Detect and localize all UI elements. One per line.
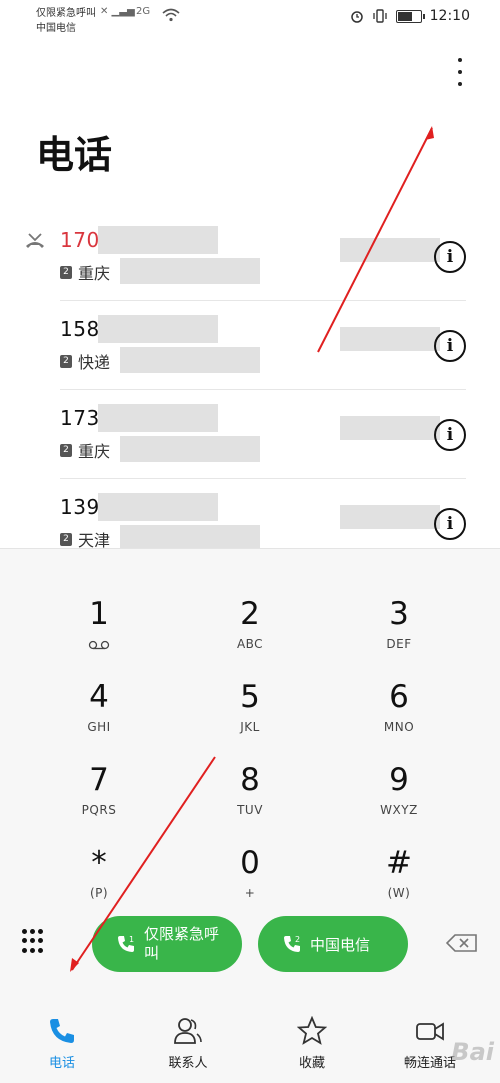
carrier-status-1: 仅限紧急呼叫 [36, 8, 96, 19]
nav-favorites-label: 收藏 [298, 1056, 325, 1071]
dialpad-key-11[interactable]: 0 + [175, 812, 325, 900]
redaction-blur [340, 327, 440, 351]
dialpad-key-letters: (P) [89, 886, 109, 900]
sim1-label: 1 [129, 935, 134, 944]
dialpad-key-digit: 7 [89, 762, 109, 798]
phone-sim2-icon: 2 [284, 935, 300, 952]
backspace-icon[interactable] [446, 933, 478, 953]
call-log-number: 170 [60, 228, 100, 252]
carrier-status-2: 中国电信 [36, 23, 76, 34]
redaction-blur [98, 404, 218, 432]
sim2-label: 2 [295, 935, 300, 944]
dialpad-toggle-icon[interactable] [22, 929, 44, 955]
dialpad-key-6[interactable]: 6 MNO [324, 646, 474, 734]
alarm-icon [350, 11, 363, 23]
dialpad-key-8[interactable]: 8 TUV [175, 729, 325, 817]
more-options-icon[interactable] [450, 58, 470, 86]
redaction-blur [98, 226, 218, 254]
call-log-number: 158 [60, 317, 100, 341]
status-right: 12:10 [350, 8, 470, 24]
nav-contacts[interactable]: 联系人 [138, 1016, 238, 1071]
call-log-row[interactable]: 173 2 重庆 i [60, 390, 466, 479]
clock: 12:10 [429, 8, 470, 24]
redaction-blur [340, 416, 440, 440]
dialpad-key-digit: 9 [389, 762, 409, 798]
dialpad-key-digit: 2 [240, 596, 260, 632]
dialpad-key-7[interactable]: 7 PQRS [24, 729, 174, 817]
call-sim2-button[interactable]: 2 中国电信 [258, 916, 408, 972]
call-log-row[interactable]: 170 2 重庆 i [60, 212, 466, 301]
phone-sim1-icon: 1 [118, 935, 134, 952]
sim-badge: 2 [60, 265, 72, 279]
call-log-subtitle: 2 快递 [60, 349, 110, 373]
dialpad-key-digit: 1 [89, 596, 109, 632]
call-sim1-button[interactable]: 1 仅限紧急呼 叫 [92, 916, 242, 972]
call-log-location: 重庆 [78, 442, 111, 461]
wifi-icon [162, 8, 180, 22]
nav-favorites[interactable]: 收藏 [262, 1016, 362, 1071]
dialpad-key-3[interactable]: 3 DEF [324, 563, 474, 651]
contacts-icon [174, 1018, 202, 1044]
nav-phone-label: 电话 [48, 1056, 75, 1071]
dialpad-key-letters: + [244, 886, 256, 900]
redaction-blur [120, 258, 260, 284]
call-log-number: 173 [60, 406, 100, 430]
dialpad-key-1[interactable]: 1 [24, 563, 174, 650]
dialpad-key-digit: 8 [240, 762, 260, 798]
call-log-location: 快递 [78, 353, 111, 372]
video-call-icon [416, 1022, 444, 1041]
dialpad-key-5[interactable]: 5 JKL [175, 646, 325, 734]
call-log-subtitle: 2 重庆 [60, 438, 110, 462]
dialpad-key-digit: 5 [240, 679, 260, 715]
dialpad-key-letters: (W) [387, 886, 411, 900]
sim-badge: 2 [60, 354, 72, 368]
dialpad-key-12[interactable]: # (W) [324, 812, 474, 900]
nav-contacts-label: 联系人 [168, 1056, 208, 1071]
star-icon [297, 1016, 327, 1045]
redaction-blur [340, 505, 440, 529]
dialpad-key-2[interactable]: 2 ABC [175, 563, 325, 651]
phone-icon [50, 1019, 74, 1043]
no-signal-icon: ✕ ▁▃▅ [100, 6, 135, 17]
redaction-blur [120, 347, 260, 373]
page-title: 电话 [36, 133, 113, 177]
sim-badge: 2 [60, 532, 72, 546]
call-log-number: 139 [60, 495, 100, 519]
dialpad-key-digit: 0 [240, 845, 260, 881]
redaction-blur [340, 238, 440, 262]
missed-call-icon [26, 233, 44, 248]
nav-phone[interactable]: 电话 [12, 1016, 112, 1071]
call-details-info-icon[interactable]: i [434, 330, 466, 362]
vibrate-icon [372, 9, 387, 23]
sim-badge: 2 [60, 443, 72, 457]
dialpad-key-9[interactable]: 9 WXYZ [324, 729, 474, 817]
call-details-info-icon[interactable]: i [434, 419, 466, 451]
call-sim2-label: 中国电信 [310, 935, 371, 954]
watermark-text: Bai [451, 1038, 494, 1066]
dialpad-key-digit: 6 [389, 679, 409, 715]
dialpad-key-4[interactable]: 4 GHI [24, 646, 174, 734]
redaction-blur [120, 436, 260, 462]
call-details-info-icon[interactable]: i [434, 508, 466, 540]
battery-icon [395, 9, 425, 23]
dialpad-key-digit: * [91, 845, 107, 881]
call-sim1-label: 仅限紧急呼 [144, 925, 220, 943]
dialpad-key-digit: 3 [389, 596, 409, 632]
redaction-blur [98, 315, 218, 343]
call-details-info-icon[interactable]: i [434, 241, 466, 273]
network-type: 2G [136, 6, 151, 17]
redaction-blur [98, 493, 218, 521]
call-sim1-label-2: 叫 [144, 944, 160, 962]
dialpad-key-digit: 4 [89, 679, 109, 715]
call-log-row[interactable]: 158 2 快递 i [60, 301, 466, 390]
dialpad-key-10[interactable]: * (P) [24, 812, 174, 900]
call-log-subtitle: 2 重庆 [60, 260, 110, 284]
dialpad-key-digit: # [386, 845, 412, 881]
call-log-location: 重庆 [78, 264, 111, 283]
nav-video-call-label: 畅连通话 [403, 1056, 456, 1071]
bottom-navigation: 电话 联系人 收藏 畅连通话 [0, 1000, 500, 1083]
